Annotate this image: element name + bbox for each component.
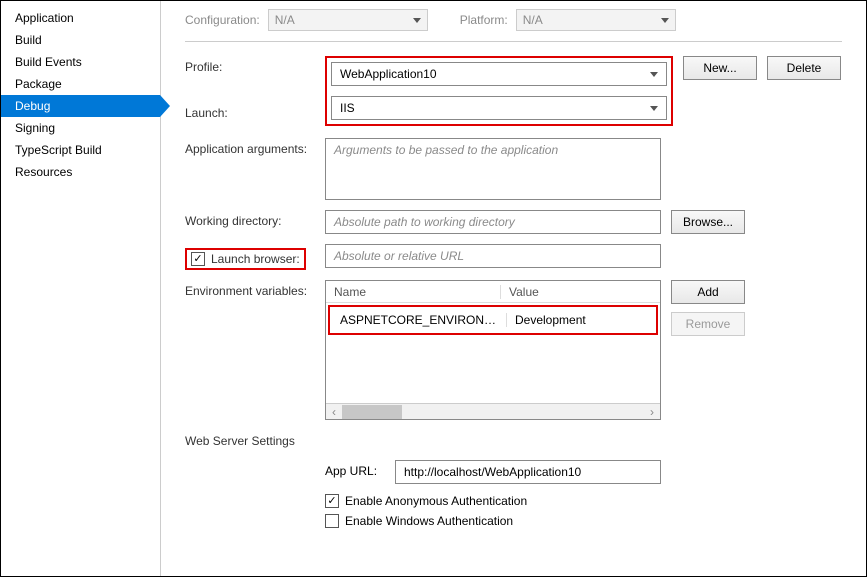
sidebar-item-application[interactable]: Application: [1, 7, 160, 29]
sidebar: Application Build Build Events Package D…: [1, 1, 161, 576]
sidebar-item-signing[interactable]: Signing: [1, 117, 160, 139]
env-vars-label: Environment variables:: [185, 280, 325, 298]
env-cell-value: Development: [507, 313, 654, 327]
add-env-button[interactable]: Add: [671, 280, 745, 304]
app-args-label: Application arguments:: [185, 138, 325, 156]
app-url-input[interactable]: http://localhost/WebApplication10: [395, 460, 661, 484]
profile-label: Profile:: [185, 56, 325, 74]
configuration-select: N/A: [268, 9, 428, 31]
launch-browser-checkbox[interactable]: [191, 252, 205, 266]
scroll-left-icon[interactable]: ‹: [326, 405, 342, 419]
scroll-thumb[interactable]: [342, 405, 402, 419]
config-platform-row: Configuration: N/A Platform: N/A: [185, 9, 842, 31]
env-col-name: Name: [326, 285, 501, 299]
sidebar-item-typescript-build[interactable]: TypeScript Build: [1, 139, 160, 161]
env-header-row: Name Value: [326, 281, 660, 303]
platform-select: N/A: [516, 9, 676, 31]
anon-auth-label: Enable Anonymous Authentication: [345, 494, 527, 508]
windows-auth-checkbox[interactable]: [325, 514, 339, 528]
working-dir-input[interactable]: Absolute path to working directory: [325, 210, 661, 234]
env-col-value: Value: [501, 285, 660, 299]
launch-browser-label: Launch browser:: [211, 252, 300, 266]
chevron-down-icon: [650, 106, 658, 111]
working-dir-label: Working directory:: [185, 210, 325, 228]
scroll-right-icon[interactable]: ›: [644, 405, 660, 419]
configuration-label: Configuration:: [185, 13, 260, 27]
launch-label: Launch:: [185, 102, 325, 120]
scroll-track[interactable]: [342, 405, 644, 419]
browse-button[interactable]: Browse...: [671, 210, 745, 234]
sidebar-item-debug[interactable]: Debug: [1, 95, 160, 117]
env-vars-table[interactable]: Name Value ASPNETCORE_ENVIRONMENT Develo…: [325, 280, 661, 420]
web-server-settings-heading: Web Server Settings: [185, 434, 842, 448]
sidebar-item-package[interactable]: Package: [1, 73, 160, 95]
highlight-launch-browser: Launch browser:: [185, 248, 306, 270]
sidebar-item-build-events[interactable]: Build Events: [1, 51, 160, 73]
launch-browser-url-input[interactable]: Absolute or relative URL: [325, 244, 661, 268]
sidebar-item-build[interactable]: Build: [1, 29, 160, 51]
launch-select[interactable]: IIS: [331, 96, 667, 120]
chevron-down-icon: [650, 72, 658, 77]
active-arrow-icon: [160, 95, 170, 117]
highlight-profile-launch: WebApplication10 IIS: [325, 56, 673, 126]
profile-select[interactable]: WebApplication10: [331, 62, 667, 86]
new-profile-button[interactable]: New...: [683, 56, 757, 80]
sidebar-item-resources[interactable]: Resources: [1, 161, 160, 183]
divider: [185, 41, 842, 42]
remove-env-button: Remove: [671, 312, 745, 336]
app-url-label: App URL:: [325, 460, 395, 478]
platform-label: Platform:: [460, 13, 508, 27]
main-panel: Configuration: N/A Platform: N/A Profile…: [161, 1, 866, 576]
chevron-down-icon: [661, 18, 669, 23]
highlight-env-row: ASPNETCORE_ENVIRONMENT Development: [328, 305, 658, 335]
windows-auth-label: Enable Windows Authentication: [345, 514, 513, 528]
anon-auth-checkbox[interactable]: [325, 494, 339, 508]
delete-profile-button[interactable]: Delete: [767, 56, 841, 80]
env-cell-name: ASPNETCORE_ENVIRONMENT: [332, 313, 507, 327]
app-args-input[interactable]: Arguments to be passed to the applicatio…: [325, 138, 661, 200]
table-row[interactable]: ASPNETCORE_ENVIRONMENT Development: [332, 309, 654, 331]
horizontal-scrollbar[interactable]: ‹ ›: [326, 403, 660, 419]
chevron-down-icon: [413, 18, 421, 23]
